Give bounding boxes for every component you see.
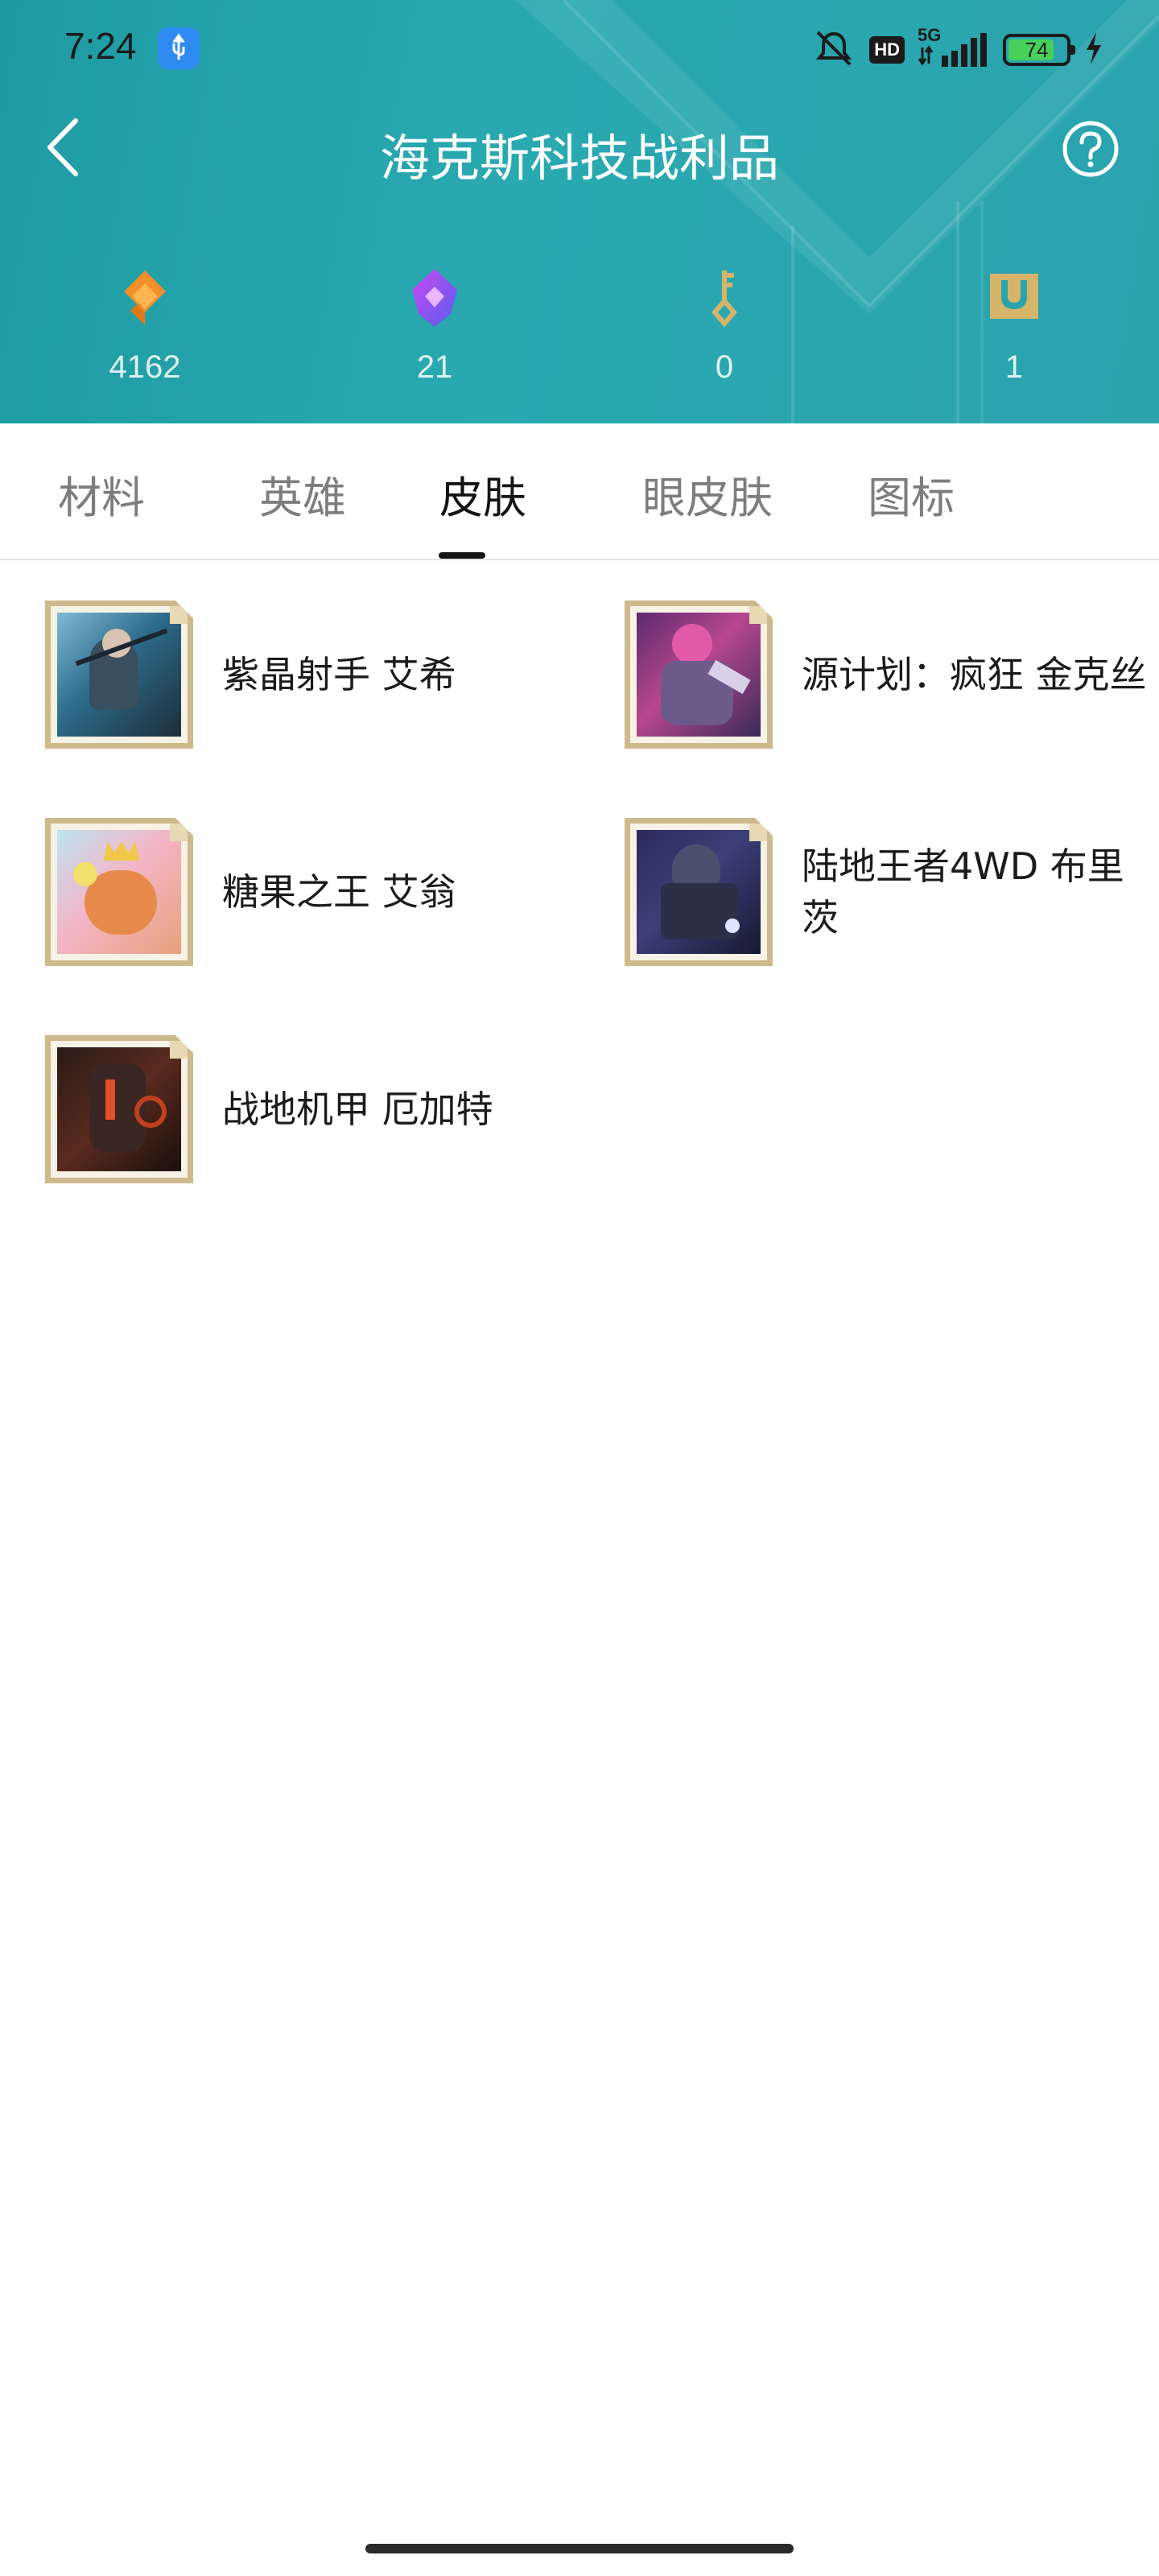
currency-stats: 4162 21 0 1 (0, 266, 1159, 411)
active-tab-indicator (439, 552, 485, 559)
home-indicator[interactable] (365, 2544, 794, 2553)
page-title: 海克斯科技战利品 (379, 129, 779, 188)
stat-purple-gem[interactable]: 21 (354, 266, 515, 386)
skin-name: 糖果之王 艾翁 (222, 870, 456, 914)
stat-value: 4162 (109, 349, 181, 385)
tab-skins[interactable]: 皮肤 (439, 462, 526, 526)
stat-value: 21 (416, 349, 453, 385)
stat-value: 0 (715, 349, 734, 385)
hd-badge: HD (869, 36, 905, 64)
skin-name: 战地机甲 厄加特 (222, 1088, 493, 1131)
tab-ward-skins[interactable]: 眼皮肤 (642, 462, 773, 526)
skin-thumbnail (45, 818, 193, 966)
mute-icon (811, 27, 856, 72)
skin-thumbnail (625, 818, 773, 966)
skin-item[interactable]: 陆地王者4WD 布里茨 (625, 818, 1159, 979)
stat-chest[interactable]: 1 (934, 266, 1095, 386)
orange-essence-icon (124, 270, 166, 325)
skin-thumbnail (45, 1035, 193, 1183)
battery-icon: 74 (1003, 34, 1075, 66)
status-bar: 7:24 HD 5G 74 (0, 0, 1159, 97)
status-indicators: HD 5G 74 (811, 25, 1104, 72)
status-time: 7:24 (64, 25, 137, 67)
skin-item[interactable]: 源计划：疯狂 金克丝 (625, 601, 1159, 762)
usb-icon (158, 27, 200, 69)
tab-icons[interactable]: 图标 (868, 462, 955, 526)
battery-level: 74 (1025, 38, 1049, 62)
stat-key[interactable]: 0 (644, 266, 805, 386)
skin-thumbnail (625, 601, 773, 749)
charging-icon (1083, 31, 1104, 69)
header: 7:24 HD 5G 74 海克斯科技战利品 4162 21 0 1 (0, 0, 1159, 423)
stat-orange-essence[interactable]: 4162 (64, 266, 225, 386)
question-mark-icon (1062, 121, 1119, 177)
chest-icon (990, 274, 1038, 319)
skin-item[interactable]: 战地机甲 厄加特 (45, 1035, 608, 1196)
stat-value: 1 (1004, 349, 1024, 385)
tab-materials[interactable]: 材料 (58, 462, 145, 526)
skin-name: 陆地王者4WD 布里茨 (802, 844, 1124, 939)
skin-item[interactable]: 紫晶射手 艾希 (45, 601, 608, 762)
purple-gem-icon (412, 269, 457, 327)
skin-name: 紫晶射手 艾希 (222, 653, 456, 696)
skin-item[interactable]: 糖果之王 艾翁 (45, 818, 608, 979)
skin-name: 源计划：疯狂 金克丝 (802, 653, 1147, 696)
category-tabs: 材料 英雄 皮肤 眼皮肤 图标 (0, 423, 1159, 560)
tab-champions[interactable]: 英雄 (259, 462, 346, 526)
key-icon (711, 270, 737, 328)
help-button[interactable] (1061, 119, 1120, 179)
signal-icon: 5G (918, 25, 990, 70)
skin-thumbnail (45, 601, 193, 749)
